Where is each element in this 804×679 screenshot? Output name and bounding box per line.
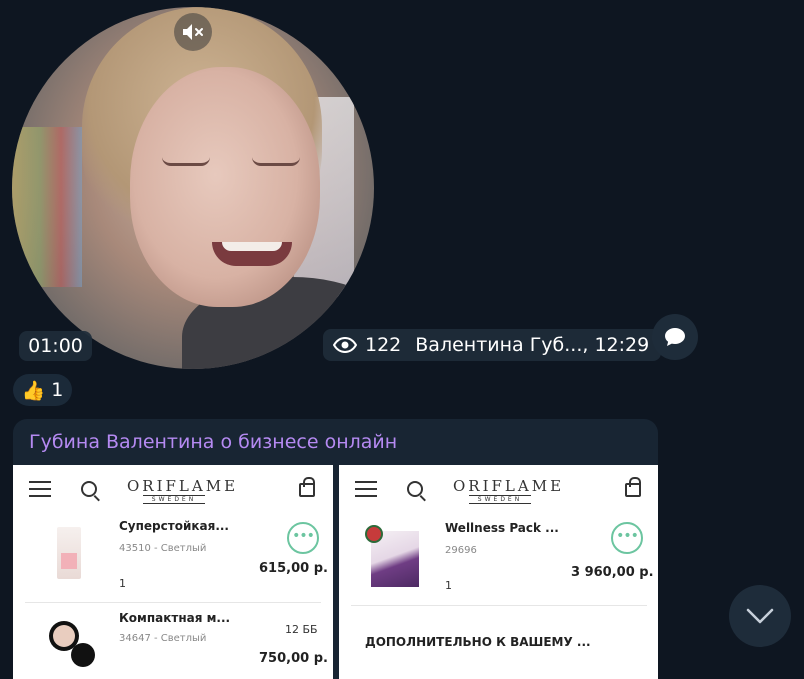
product-code: 29696 — [445, 545, 477, 556]
divider — [351, 605, 647, 606]
round-video[interactable] — [12, 7, 374, 369]
post-image-2[interactable]: ORIFLAME SWEDEN Wellness Pack ... 29696 … — [339, 465, 658, 679]
video-eye-right — [252, 157, 300, 166]
search-icon — [81, 481, 97, 497]
video-background-toys — [12, 127, 82, 287]
shopping-bag-icon — [299, 477, 315, 497]
post-image-1[interactable]: ORIFLAME SWEDEN Суперстойкая... 43510 - … — [13, 465, 333, 679]
more-options-button[interactable]: ••• — [611, 522, 643, 554]
brand-logo: ORIFLAME — [127, 477, 239, 495]
shop-header: ORIFLAME SWEDEN — [13, 465, 333, 513]
more-options-button[interactable]: ••• — [287, 522, 319, 554]
eye-icon — [333, 337, 357, 353]
compact-powder — [53, 625, 75, 647]
shop-header: ORIFLAME SWEDEN — [339, 465, 658, 513]
product-name: Суперстойкая... — [119, 519, 229, 533]
mute-button[interactable] — [174, 13, 212, 51]
brand-logo-sub: SWEDEN — [143, 495, 205, 504]
search-icon — [407, 481, 423, 497]
compact-lid — [71, 643, 95, 667]
speaker-muted-icon — [183, 24, 203, 40]
channel-title[interactable]: Губина Валентина о бизнесе онлайн — [29, 431, 397, 453]
product-thumb — [57, 527, 81, 579]
product-qty: 1 — [119, 577, 126, 590]
speech-bubble-icon — [665, 328, 685, 346]
brand-logo: ORIFLAME — [453, 477, 565, 495]
scroll-down-button[interactable] — [729, 585, 791, 647]
product-name: Компактная м... — [119, 611, 231, 625]
menu-icon — [29, 481, 51, 497]
view-count: 122 — [365, 334, 402, 356]
video-eye-left — [162, 157, 210, 166]
product-price: 3 960,00 р. — [571, 565, 654, 580]
thumbs-up-icon: 👍 — [21, 379, 46, 402]
post-card[interactable]: Губина Валентина о бизнесе онлайн ORIFLA… — [13, 419, 658, 679]
product-price: 615,00 р. — [259, 561, 328, 576]
shopping-bag-icon — [625, 477, 641, 497]
product-code: 34647 - Светлый — [119, 633, 207, 644]
product-qty: 1 — [445, 579, 452, 592]
chevron-down-icon — [746, 608, 774, 624]
menu-icon — [355, 481, 377, 497]
video-mouth — [212, 242, 292, 266]
section-heading: ДОПОЛНИТЕЛЬНО К ВАШЕМУ ... — [365, 635, 591, 649]
product-code: 43510 - Светлый — [119, 543, 207, 554]
reaction-count: 1 — [51, 379, 64, 401]
brand-logo-sub: SWEDEN — [469, 495, 531, 504]
video-face — [130, 67, 320, 307]
product-thumb — [49, 621, 95, 667]
video-duration: 01:00 — [19, 331, 92, 361]
product-thumb — [365, 525, 419, 587]
message-meta: 122 Валентина Губ..., 12:29 — [323, 329, 662, 361]
divider — [25, 602, 321, 603]
author-time: Валентина Губ..., 12:29 — [415, 334, 650, 356]
product-bonus: 12 ББ — [285, 623, 318, 636]
comment-button[interactable] — [652, 314, 698, 360]
product-name: Wellness Pack ... — [445, 521, 559, 535]
reaction-thumbs-up[interactable]: 👍 1 — [13, 374, 72, 406]
